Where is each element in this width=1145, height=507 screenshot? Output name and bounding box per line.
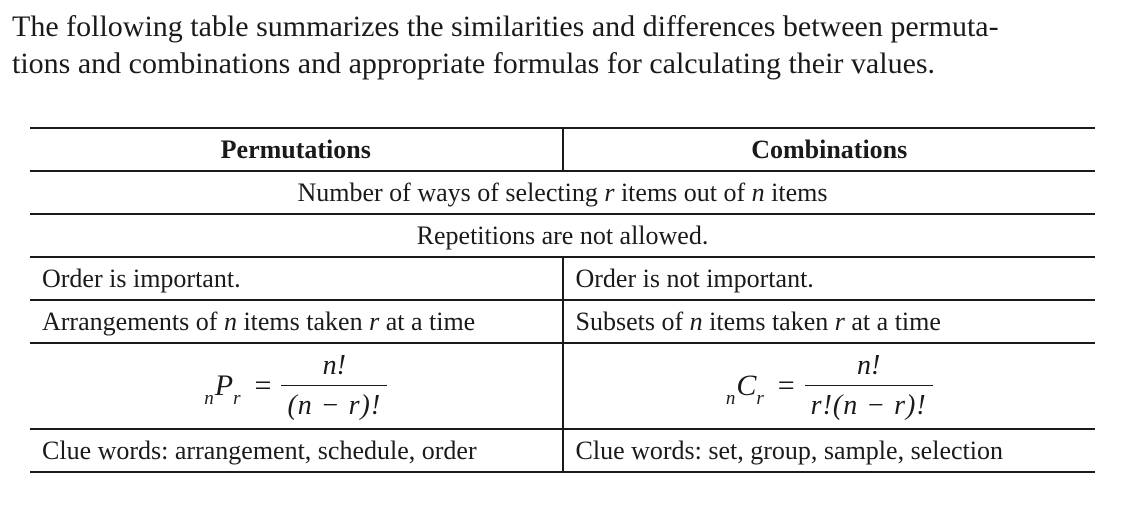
order-combinations-cell: Order is not important.	[562, 256, 1095, 301]
comparison-table: Permutations Combinations Number of ways…	[30, 127, 1095, 473]
permutation-fraction: n! (n − r)!	[281, 350, 388, 422]
combination-post-subscript: r	[756, 388, 764, 409]
grouping-left-text-2: items taken	[236, 306, 370, 336]
header-combinations: Combinations	[562, 127, 1095, 172]
intro-line-1: The following table summarizes the simil…	[12, 10, 999, 43]
combination-pre-subscript: n	[725, 388, 736, 409]
permutation-pre-subscript: n	[204, 388, 214, 409]
grouping-left-var-r: r	[369, 306, 380, 336]
order-permutations-cell: Order is important.	[30, 256, 564, 301]
table-row: Clue words: arrangement, schedule, order…	[30, 428, 1095, 473]
permutation-numerator: n!	[317, 350, 352, 385]
grouping-right-text-1: Subsets of	[575, 306, 690, 336]
intro-line-2: tions and combinations and appropriate f…	[12, 47, 936, 80]
selection-text-3: items	[764, 177, 828, 207]
permutation-post-subscript: r	[233, 388, 241, 409]
grouping-right-var-n: n	[689, 306, 703, 336]
selection-text-1: Number of ways of selecting	[297, 177, 605, 207]
table-row: Order is important. Order is not importa…	[30, 256, 1095, 301]
permutation-numerator-text: n!	[322, 350, 346, 381]
intro-paragraph: The following table summarizes the simil…	[12, 8, 1137, 82]
permutation-formula-cell: n P r = n! (n − r)!	[30, 342, 564, 430]
permutation-denominator-text: (n − r)!	[287, 390, 382, 421]
combination-formula-cell: n C r = n! r!(n − r)!	[562, 342, 1095, 430]
table-row: Number of ways of selecting r items out …	[30, 170, 1095, 215]
permutation-formula: n P r = n! (n − r)!	[204, 350, 388, 422]
clue-words-combinations-cell: Clue words: set, group, sample, selectio…	[562, 428, 1095, 473]
combination-numerator: n!	[851, 350, 886, 385]
combination-formula-lhs: n C r	[726, 369, 764, 409]
combination-denominator-text: r!(n − r)!	[810, 390, 927, 421]
selection-var-n: n	[751, 177, 765, 207]
combination-formula: n C r = n! r!(n − r)!	[726, 350, 933, 422]
table-row: Arrangements of n items taken r at a tim…	[30, 299, 1095, 344]
grouping-left-var-n: n	[223, 306, 237, 336]
grouping-left-text-3: at a time	[379, 306, 476, 336]
shared-repetition-cell: Repetitions are not allowed.	[30, 213, 1095, 258]
grouping-right-var-r: r	[834, 306, 845, 336]
grouping-left-text-1: Arrangements of	[42, 306, 224, 336]
permutation-equals: =	[254, 369, 272, 402]
combination-numerator-text: n!	[857, 350, 881, 381]
table-row: n P r = n! (n − r)! n C r = n! r!(n − r)…	[30, 342, 1095, 430]
combination-equals: =	[777, 369, 795, 402]
selection-var-r: r	[604, 177, 615, 207]
permutation-denominator: (n − r)!	[281, 386, 387, 422]
grouping-right-text-2: items taken	[702, 306, 835, 336]
combination-symbol: C	[736, 369, 757, 402]
grouping-combinations-cell: Subsets of n items taken r at a time	[562, 299, 1095, 344]
selection-text-2: items out of	[614, 177, 752, 207]
grouping-right-text-3: at a time	[844, 306, 941, 336]
table-header-row: Permutations Combinations	[30, 127, 1095, 172]
permutation-formula-lhs: n P r	[204, 369, 240, 409]
table-row: Repetitions are not allowed.	[30, 213, 1095, 258]
permutation-symbol: P	[214, 369, 234, 402]
shared-selection-cell: Number of ways of selecting r items out …	[30, 170, 1095, 215]
header-permutations: Permutations	[30, 127, 564, 172]
grouping-permutations-cell: Arrangements of n items taken r at a tim…	[30, 299, 564, 344]
combination-fraction: n! r!(n − r)!	[804, 350, 933, 422]
clue-words-permutations-cell: Clue words: arrangement, schedule, order	[30, 428, 564, 473]
combination-denominator: r!(n − r)!	[805, 386, 933, 422]
